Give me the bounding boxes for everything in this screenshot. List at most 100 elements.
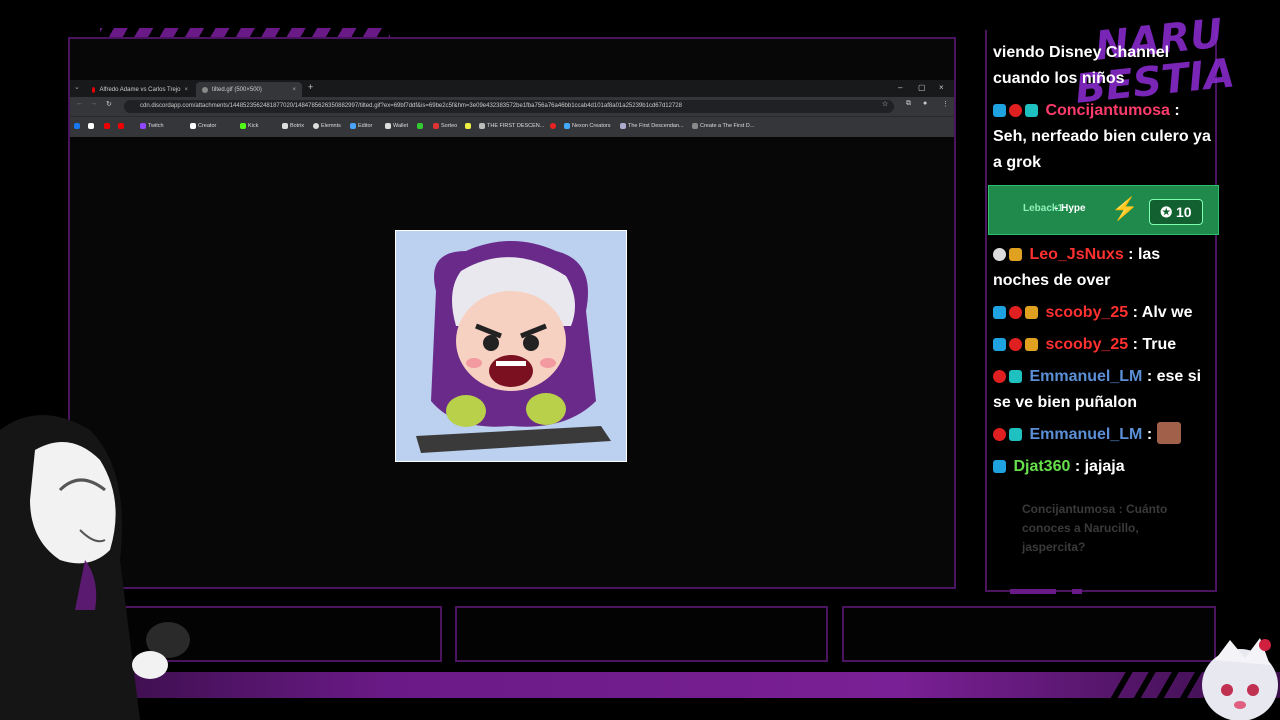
faded-chat-message: Concijantumosa : Cuánto conoces a Naruci… [1022, 502, 1168, 554]
bookmark-label: Twitch [148, 123, 164, 129]
extra-bookmark[interactable] [417, 123, 423, 129]
x-bookmark[interactable] [88, 123, 94, 129]
facebook-icon [74, 123, 80, 129]
chat-message: Djat360 : jajaja [993, 454, 1217, 480]
page-icon [620, 123, 626, 129]
red-bookmark[interactable] [550, 123, 556, 129]
page-icon [692, 123, 698, 129]
bookmark-label: Wallet [393, 123, 409, 129]
maximize-button[interactable]: ▢ [918, 83, 926, 92]
chat-username[interactable]: Emmanuel_LM [1029, 426, 1142, 443]
record-badge-icon [1009, 338, 1022, 351]
tab-label: tilted.gif (500×500) [212, 86, 262, 93]
tiktok-icon [190, 123, 196, 129]
browser-window: ⌄ Alfredo Adame vs Carlos Trejo × tilted… [70, 80, 954, 137]
circle-icon [550, 123, 556, 129]
chat-username[interactable]: Emmanuel_LM [1029, 368, 1142, 385]
bottom-panel-right [842, 606, 1216, 662]
chat-text: viendo Disney Channel cuando los niños [993, 44, 1170, 87]
twitch-bookmark[interactable]: Twitch [140, 123, 164, 129]
moon-badge-icon [993, 248, 1006, 261]
kick-bookmark[interactable]: Kick [240, 123, 258, 129]
chat-message: Emmanuel_LM : [993, 422, 1217, 448]
chat-username[interactable]: scooby_25 [1045, 336, 1128, 353]
wallet-bookmark[interactable]: Wallet [385, 123, 408, 129]
elemnts-icon [313, 123, 319, 129]
forward-icon[interactable]: → [90, 100, 97, 107]
chat-scroll-indicator-small [1072, 589, 1082, 594]
nexon-creators-bookmark[interactable]: Nexon Creators [564, 123, 611, 129]
chat-message: Emmanuel_LM : ese si se ve bien puñalon [993, 368, 1202, 411]
chat-username[interactable]: Concijantumosa [1045, 102, 1169, 119]
record-badge-icon [993, 370, 1006, 383]
prime-badge-icon [993, 460, 1006, 473]
wallet-icon [385, 123, 391, 129]
tab-youtube[interactable]: Alfredo Adame vs Carlos Trejo × [86, 82, 194, 97]
chat-message: scooby_25 : True [993, 332, 1217, 358]
botrix-bookmark[interactable]: Botrix [282, 123, 304, 129]
cloud-bookmark[interactable] [465, 123, 471, 129]
chat-username[interactable]: Leo_JsNuxs [1029, 246, 1123, 263]
youtube-icon [92, 86, 96, 93]
editor-bookmark[interactable]: Editor [350, 123, 372, 129]
bookmark-label: Creator [198, 123, 217, 129]
crown-badge-icon [1009, 248, 1022, 261]
close-tab-icon[interactable]: × [292, 87, 296, 93]
back-icon[interactable]: ← [76, 100, 83, 107]
hype-count: 10 [1176, 204, 1192, 220]
tfd-icon [479, 123, 485, 129]
menu-icon[interactable]: ⋮ [942, 100, 949, 108]
bookmark-label: THE FIRST DESCEN... [487, 123, 545, 129]
close-window-button[interactable]: × [939, 83, 944, 92]
address-bar-row: ← → ↻ cdn.discordapp.com/attachments/144… [70, 97, 954, 116]
angry-gamer-illustration [396, 231, 626, 461]
sub-badge-icon [1009, 370, 1022, 383]
hype-count-badge: ✪ 10 [1149, 199, 1203, 225]
youtube-bookmark[interactable] [104, 123, 110, 129]
record-badge-icon [993, 428, 1006, 441]
chat-text: jajaja [1084, 458, 1125, 475]
hype-alert: Leback1 - Hype ⚡ ✪ 10 [988, 185, 1219, 235]
chat-username[interactable]: Djat360 [1013, 458, 1070, 475]
chat-message: scooby_25 : Alv we [993, 300, 1217, 326]
creator-bookmark[interactable]: Creator [190, 123, 216, 129]
tab-search-icon[interactable]: ⌄ [74, 83, 80, 91]
chat-text: True [1142, 336, 1177, 353]
tfd-descendants-bookmark[interactable]: The First Descendan... [620, 123, 684, 129]
extensions-icon[interactable]: ⧉ [906, 100, 911, 108]
elemnts-bookmark[interactable]: Elemnts [313, 123, 341, 129]
bookmark-label: Botrix [290, 123, 305, 129]
create-tfd-bookmark[interactable]: Create a The First D... [692, 123, 754, 129]
tab-strip: ⌄ Alfredo Adame vs Carlos Trejo × tilted… [70, 80, 954, 97]
tab-tilted-gif[interactable]: tilted.gif (500×500) × [196, 82, 302, 97]
nexon-icon [564, 123, 570, 129]
cloud-icon [465, 123, 471, 129]
sorteo-bookmark[interactable]: Sorteo [433, 123, 457, 129]
x-icon [88, 123, 94, 129]
lightning-icon: ⚡ [1111, 196, 1139, 221]
prime-badge-icon [993, 306, 1006, 319]
kick-icon [240, 123, 246, 129]
url-input[interactable]: cdn.discordapp.com/attachments/144852356… [124, 100, 894, 113]
youtube-bookmark-2[interactable] [118, 123, 124, 129]
profile-icon[interactable]: ● [923, 100, 927, 107]
sub-badge-icon [1009, 428, 1022, 441]
chat-username[interactable]: scooby_25 [1045, 304, 1128, 321]
bookmarks-bar: Twitch Creator Kick Botrix Elemnts Edito… [70, 116, 954, 137]
record-badge-icon [1009, 104, 1022, 117]
reload-icon[interactable]: ↻ [106, 100, 112, 108]
bookmark-label: Kick [248, 123, 259, 129]
crown-badge-icon [1025, 338, 1038, 351]
close-tab-icon[interactable]: × [184, 87, 188, 93]
youtube-icon [118, 123, 124, 129]
tilted-gif-image [395, 230, 627, 462]
minimize-button[interactable]: – [898, 83, 902, 92]
twitch-icon [140, 123, 146, 129]
bookmark-star-icon[interactable]: ☆ [882, 100, 888, 108]
chat-message: viendo Disney Channel cuando los niños [993, 40, 1217, 92]
globe-icon [202, 86, 208, 93]
tfd-bookmark[interactable]: THE FIRST DESCEN... [479, 123, 544, 129]
new-tab-button[interactable]: + [308, 82, 313, 92]
facebook-bookmark[interactable] [74, 123, 80, 129]
editor-icon [350, 123, 356, 129]
